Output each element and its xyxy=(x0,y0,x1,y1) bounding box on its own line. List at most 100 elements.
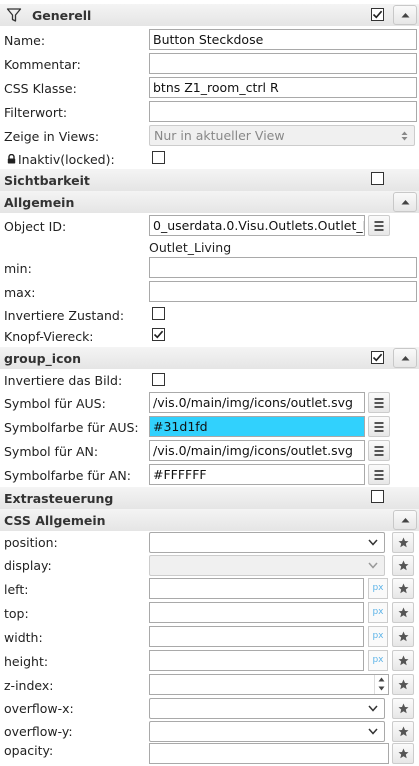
overflow-x-label: overflow-x: xyxy=(4,701,74,716)
name-input[interactable]: Button Steckdose xyxy=(149,29,417,50)
section-css-allgemein-header[interactable]: CSS Allgemein xyxy=(0,509,419,531)
section-extrasteuerung-header[interactable]: Extrasteuerung xyxy=(0,487,419,509)
display-select[interactable] xyxy=(149,555,385,576)
left-input[interactable] xyxy=(149,578,364,599)
height-input[interactable] xyxy=(149,650,364,671)
width-favorite-button[interactable] xyxy=(392,626,414,647)
z-index-input[interactable] xyxy=(149,674,389,695)
symbolfarbe-aus-input[interactable]: #31d1fd xyxy=(149,416,365,437)
z-index-label: z-index: xyxy=(4,677,54,693)
list-icon xyxy=(374,422,384,432)
inaktiv-checkbox[interactable] xyxy=(152,151,165,164)
overflow-y-favorite-button[interactable] xyxy=(392,721,414,742)
width-px-unit-button[interactable]: px xyxy=(368,626,388,647)
lock-icon xyxy=(7,154,16,164)
symbol-aus-browse-button[interactable] xyxy=(368,392,390,413)
section-title-sichtbarkeit: Sichtbarkeit xyxy=(4,172,90,188)
section-sichtbarkeit-header[interactable]: Sichtbarkeit xyxy=(0,169,419,191)
symbolfarbe-an-picker-button[interactable] xyxy=(368,464,390,485)
name-label: Name: xyxy=(4,32,46,48)
overflow-y-select[interactable] xyxy=(149,721,385,742)
symbol-aus-input[interactable]: /vis.0/main/img/icons/outlet.svg xyxy=(149,392,365,413)
chevron-up-icon xyxy=(401,356,410,361)
max-label: max: xyxy=(4,284,36,300)
section-generell-header[interactable]: Generell xyxy=(0,4,419,26)
z-index-favorite-button[interactable] xyxy=(392,674,414,695)
chevron-up-icon xyxy=(401,200,410,205)
symbolfarbe-an-label: Symbolfarbe für AN: xyxy=(4,467,131,483)
spin-up-icon[interactable] xyxy=(378,677,385,682)
invertiere-bild-checkbox[interactable] xyxy=(152,373,165,386)
kommentar-input[interactable] xyxy=(149,53,417,74)
object-id-label: Object ID: xyxy=(4,218,67,234)
object-id-name: Outlet_Living xyxy=(149,239,232,255)
top-favorite-button[interactable] xyxy=(392,602,414,623)
star-icon xyxy=(398,607,409,618)
section-group-icon-header[interactable]: group_icon xyxy=(0,347,419,369)
list-icon xyxy=(374,446,384,456)
object-id-input[interactable]: 0_userdata.0.Visu.Outlets.Outlet_Living xyxy=(149,215,365,236)
z-index-spinner[interactable] xyxy=(374,675,388,694)
display-favorite-button[interactable] xyxy=(392,555,414,576)
symbol-an-input[interactable]: /vis.0/main/img/icons/outlet.svg xyxy=(149,440,365,461)
object-id-browse-button[interactable] xyxy=(368,215,390,236)
width-label: width: xyxy=(4,629,43,645)
symbolfarbe-an-input[interactable]: #FFFFFF xyxy=(149,464,365,485)
width-input[interactable] xyxy=(149,626,364,647)
opacity-favorite-button[interactable] xyxy=(392,743,414,764)
symbol-aus-label: Symbol für AUS: xyxy=(4,395,106,411)
list-icon xyxy=(374,470,384,480)
css-klasse-input[interactable]: btns Z1_room_ctrl R xyxy=(149,77,417,98)
opacity-input[interactable] xyxy=(149,743,389,764)
star-icon xyxy=(398,726,409,737)
section-title-css-allgemein: CSS Allgemein xyxy=(4,512,106,528)
position-label: position: xyxy=(4,535,58,550)
section-group-icon-checkbox[interactable] xyxy=(371,351,384,364)
filterwort-input[interactable] xyxy=(149,101,417,122)
position-favorite-button[interactable] xyxy=(392,532,414,553)
top-input[interactable] xyxy=(149,602,364,623)
max-input[interactable] xyxy=(149,281,417,302)
star-icon xyxy=(398,655,409,666)
symbolfarbe-aus-picker-button[interactable] xyxy=(368,416,390,437)
section-generell-checkbox[interactable] xyxy=(371,8,384,21)
collapse-css-allgemein-button[interactable] xyxy=(393,510,417,530)
spin-down-icon[interactable] xyxy=(378,686,385,691)
left-favorite-button[interactable] xyxy=(392,578,414,599)
kommentar-label: Kommentar: xyxy=(4,56,81,72)
position-select[interactable] xyxy=(149,532,385,553)
invertiere-bild-label: Invertiere das Bild: xyxy=(4,372,123,388)
star-icon xyxy=(398,748,409,759)
chevron-up-icon xyxy=(401,518,410,523)
collapse-group-icon-button[interactable] xyxy=(393,348,417,368)
left-label: left: xyxy=(4,581,29,597)
overflow-x-favorite-button[interactable] xyxy=(392,698,414,719)
section-title-generell: Generell xyxy=(32,7,92,23)
collapse-generell-button[interactable] xyxy=(393,5,417,25)
height-px-unit-button[interactable]: px xyxy=(368,650,388,671)
chevron-down-icon xyxy=(368,705,378,712)
section-sichtbarkeit-checkbox[interactable] xyxy=(371,172,384,185)
min-input[interactable] xyxy=(149,257,417,278)
overflow-x-select[interactable] xyxy=(149,698,385,719)
chevron-down-icon xyxy=(368,539,378,546)
symbol-an-label: Symbol für AN: xyxy=(4,443,99,459)
top-px-unit-button[interactable]: px xyxy=(368,602,388,623)
zeige-in-views-label: Zeige in Views: xyxy=(4,128,100,144)
section-allgemein-header[interactable]: Allgemein xyxy=(0,191,419,213)
star-icon xyxy=(398,537,409,548)
symbolfarbe-aus-label: Symbolfarbe für AUS: xyxy=(4,419,139,435)
section-extrasteuerung-checkbox[interactable] xyxy=(371,490,384,503)
height-favorite-button[interactable] xyxy=(392,650,414,671)
collapse-allgemein-button[interactable] xyxy=(393,192,417,212)
star-icon xyxy=(398,679,409,690)
zeige-in-views-select[interactable]: Nur in aktueller View xyxy=(149,125,415,146)
left-px-unit-button[interactable]: px xyxy=(368,578,388,599)
symbol-an-browse-button[interactable] xyxy=(368,440,390,461)
invertiere-zustand-checkbox[interactable] xyxy=(152,307,165,320)
sort-arrows-icon xyxy=(401,131,408,141)
chevron-down-icon xyxy=(368,728,378,735)
filter-icon[interactable] xyxy=(6,7,22,23)
knopf-viereck-checkbox[interactable] xyxy=(152,328,165,341)
knopf-viereck-label: Knopf-Viereck: xyxy=(4,328,94,344)
